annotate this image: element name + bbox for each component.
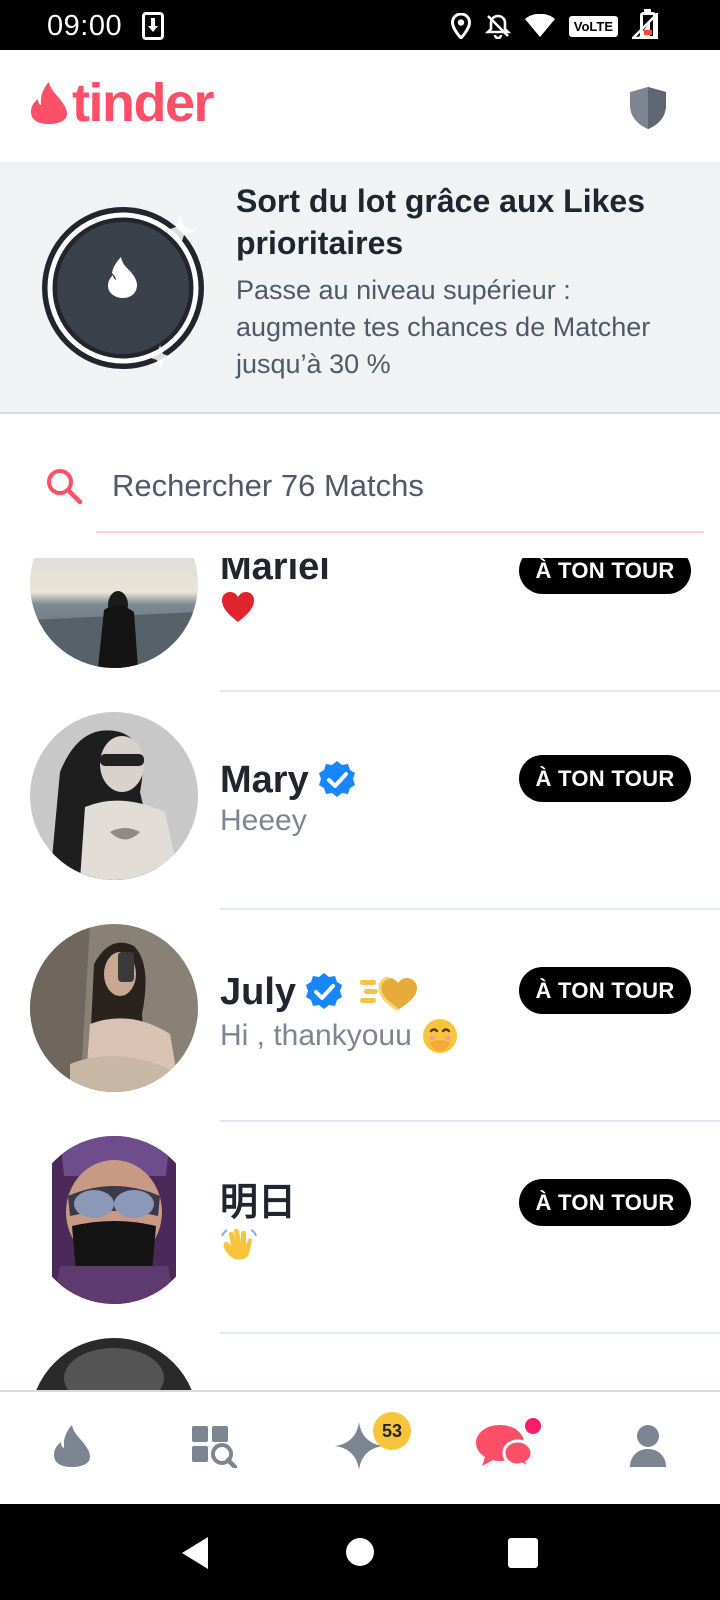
row-divider: [220, 908, 720, 910]
home-icon[interactable]: [346, 1538, 374, 1566]
avatar[interactable]: [30, 1338, 198, 1390]
profile-icon: [630, 1425, 666, 1467]
waving-hand-icon: [221, 1228, 257, 1260]
explore-icon: [192, 1426, 238, 1468]
verified-badge-icon: [318, 761, 355, 797]
face-with-hand-over-mouth-icon: [422, 1019, 457, 1053]
gold-count-badge: 53: [373, 1412, 411, 1450]
messages-icon: [476, 1425, 534, 1469]
red-heart-icon: [222, 592, 254, 622]
priority-likes-promo[interactable]: Sort du lot grâce aux Likes prioritaires…: [0, 162, 720, 414]
matches-search: [0, 416, 720, 534]
search-input[interactable]: [112, 460, 672, 512]
match-preview-text: Hi , thankyouu: [220, 1019, 412, 1052]
status-bar: 09:00 VoLTE: [0, 0, 720, 50]
list-item[interactable]: 明日 À TON TOUR: [0, 1126, 720, 1338]
match-preview: Heeey: [220, 804, 307, 837]
safety-shield-button[interactable]: [628, 86, 668, 130]
your-turn-badge[interactable]: À TON TOUR: [519, 1179, 691, 1226]
nav-item-discover[interactable]: [40, 1414, 104, 1478]
avatar[interactable]: [30, 1136, 198, 1304]
download-icon: [142, 12, 164, 40]
match-name: July: [220, 972, 420, 1012]
match-preview: [220, 1226, 258, 1264]
avatar-photo: [30, 712, 198, 880]
avatar-photo: [30, 1136, 198, 1304]
match-preview: [220, 590, 256, 624]
unread-dot: [525, 1418, 541, 1434]
your-turn-badge[interactable]: À TON TOUR: [519, 558, 691, 594]
match-list[interactable]: Mariel À TON TOUR Mary Heeey À TON TOUR: [0, 558, 720, 1390]
system-nav-bar: [0, 1504, 720, 1600]
priority-like-badge-icon: [42, 207, 204, 369]
your-turn-badge[interactable]: À TON TOUR: [519, 967, 691, 1014]
search-icon: [47, 469, 83, 505]
match-name-text: Mariel: [220, 558, 330, 588]
flame-logo-icon: [31, 82, 67, 124]
back-icon[interactable]: [180, 1536, 210, 1570]
match-name-text: July: [220, 971, 297, 1013]
status-time: 09:00: [47, 10, 123, 42]
notifications-off-icon: [484, 14, 511, 39]
avatar-photo: [30, 558, 198, 668]
your-turn-badge[interactable]: À TON TOUR: [519, 755, 691, 802]
match-name: 明日: [220, 1184, 296, 1222]
match-name: Mary: [220, 760, 357, 800]
avatar-photo: [30, 924, 198, 1092]
shield-icon: [630, 87, 666, 129]
match-name: Mariel: [220, 558, 330, 586]
match-name-text: Mary: [220, 759, 309, 801]
battery-icon: [640, 12, 656, 39]
row-divider: [220, 1332, 720, 1334]
volte-badge: VoLTE: [568, 15, 618, 37]
promo-description: Passe au niveau supérieur : augmente tes…: [236, 275, 651, 379]
verified-badge-icon: [306, 973, 343, 1009]
status-icons: VoLTE: [450, 12, 658, 40]
list-item[interactable]: Mary Heeey À TON TOUR: [0, 702, 720, 914]
flame-icon: [54, 1425, 90, 1467]
gold-heart-super-like-icon: [360, 976, 418, 1012]
bottom-nav: 53: [0, 1390, 720, 1504]
tinder-logo[interactable]: tinder: [30, 73, 215, 133]
avatar[interactable]: [30, 924, 198, 1092]
list-item[interactable]: [0, 1338, 720, 1390]
row-divider: [220, 1120, 720, 1122]
avatar[interactable]: [30, 558, 198, 668]
logo-text: tinder: [72, 73, 215, 133]
wifi-icon: [524, 14, 555, 37]
nav-item-explore[interactable]: [182, 1414, 246, 1478]
promo-title: Sort du lot grâce aux Likes prioritaires: [236, 183, 645, 261]
avatar[interactable]: [30, 712, 198, 880]
app-header: tinder: [0, 50, 720, 162]
location-icon: [450, 13, 471, 39]
list-item[interactable]: July Hi , thankyouu À TON TOUR: [0, 914, 720, 1126]
search-underline: [96, 531, 704, 533]
row-divider: [220, 690, 720, 692]
nav-item-profile[interactable]: [616, 1414, 680, 1478]
match-preview: Hi , thankyouu: [220, 1018, 458, 1054]
avatar-photo: [30, 1338, 198, 1390]
match-name-text: 明日: [220, 1182, 297, 1224]
recents-icon[interactable]: [508, 1538, 538, 1568]
